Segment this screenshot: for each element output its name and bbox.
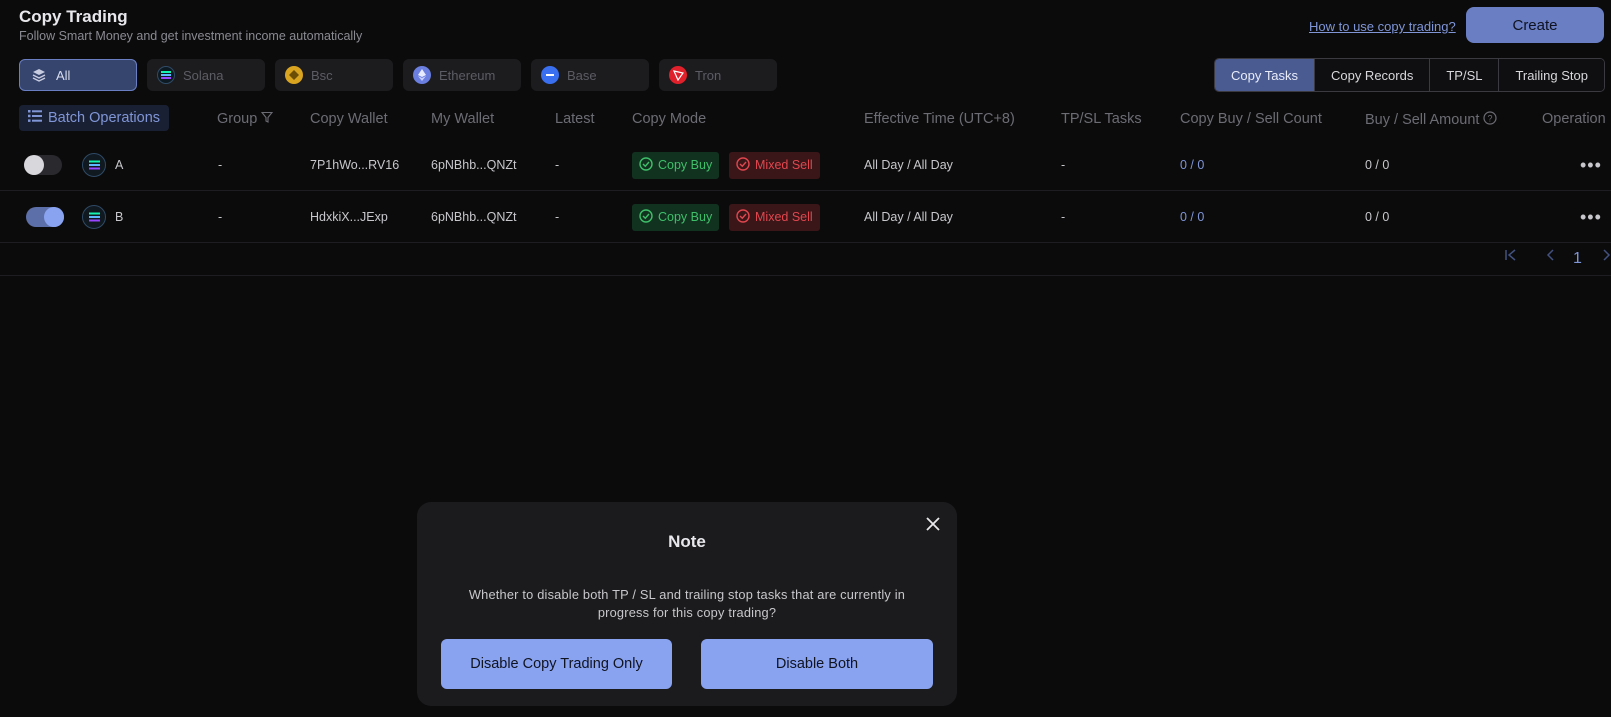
enable-toggle[interactable] (26, 207, 64, 227)
more-options-icon[interactable]: ••• (1580, 155, 1602, 176)
chain-filter-label: Bsc (311, 67, 333, 83)
dialog-title: Note (668, 532, 706, 551)
count-value[interactable]: 0 / 0 (1180, 140, 1204, 190)
page-subtitle: Follow Smart Money and get investment in… (19, 29, 363, 43)
page-title: Copy Trading (19, 7, 128, 26)
column-header-group: Group (217, 111, 274, 127)
filter-icon[interactable] (261, 111, 274, 127)
chain-filter-label: Base (567, 67, 597, 83)
copy-buy-tag: Copy Buy (632, 151, 720, 179)
check-circle-icon (639, 156, 653, 174)
bsc-icon (285, 66, 303, 84)
column-header-copy-wallet: Copy Wallet (310, 111, 388, 127)
solana-icon (82, 205, 106, 229)
list-icon (28, 110, 42, 126)
dialog-message: Whether to disable both TP / SL and trai… (468, 587, 906, 620)
copy-wallet-value[interactable]: HdxkiX...JExp (310, 192, 388, 242)
effective-time-value: All Day / All Day (864, 210, 953, 224)
table-row: A - 7P1hWo...RV16 6pNBhb...QNZt - Copy B… (0, 140, 1611, 191)
column-header-copy-mode: Copy Mode (632, 111, 707, 127)
chain-filter-label: Solana (183, 67, 224, 83)
my-wallet-value[interactable]: 6pNBhb...QNZt (431, 192, 516, 242)
column-header-latest: Latest (555, 111, 595, 127)
help-icon[interactable]: ? (1483, 111, 1498, 129)
copy-buy-tag: Copy Buy (632, 203, 720, 231)
tpsl-tasks-value: - (1061, 210, 1066, 224)
svg-text:?: ? (1488, 114, 1493, 124)
check-circle-icon (736, 208, 750, 226)
view-tabs: Copy Tasks Copy Records TP/SL Trailing S… (1214, 58, 1605, 92)
chain-filter-tron[interactable]: Tron (659, 59, 777, 91)
create-button[interactable]: Create (1466, 7, 1604, 43)
solana-icon (82, 153, 106, 177)
chain-filter-base[interactable]: Base (531, 59, 649, 91)
check-circle-icon (736, 156, 750, 174)
column-header-my-wallet: My Wallet (431, 111, 495, 127)
confirm-dialog: Note Whether to disable both TP / SL and… (417, 502, 957, 706)
batch-operations-button[interactable]: Batch Operations (19, 105, 170, 131)
next-page-icon[interactable] (1602, 248, 1611, 266)
pagination-divider (0, 275, 1611, 276)
check-circle-icon (639, 208, 653, 226)
table-row: B - HdxkiX...JExp 6pNBhb...QNZt - Copy B… (0, 192, 1611, 243)
chain-filter-ethereum[interactable]: Ethereum (403, 59, 521, 91)
mixed-sell-tag: Mixed Sell (729, 203, 820, 231)
chain-filter-label: All (56, 67, 71, 83)
tab-copy-records[interactable]: Copy Records (1313, 59, 1430, 91)
task-name: A (115, 158, 124, 172)
column-header-tpsl-tasks: TP/SL Tasks (1061, 111, 1142, 127)
tron-icon (669, 66, 687, 84)
chain-filter-all[interactable]: All (19, 59, 137, 91)
column-header-operation: Operation (1542, 111, 1606, 127)
disable-both-button[interactable]: Disable Both (701, 639, 933, 689)
solana-icon (157, 66, 175, 84)
tab-trailing-stop[interactable]: Trailing Stop (1498, 59, 1604, 91)
help-link[interactable]: How to use copy trading? (1309, 19, 1456, 34)
column-header-count: Copy Buy / Sell Count (1180, 111, 1322, 127)
task-name: B (115, 210, 124, 224)
my-wallet-value[interactable]: 6pNBhb...QNZt (431, 140, 516, 190)
enable-toggle[interactable] (24, 155, 62, 175)
column-header-amount: Buy / Sell Amount ? (1365, 111, 1498, 129)
chain-filter-label: Tron (695, 67, 722, 83)
disable-copy-trading-only-button[interactable]: Disable Copy Trading Only (441, 639, 672, 689)
chain-filter-bar: All Solana Bsc Ethereum Base Tron (19, 59, 777, 91)
copy-wallet-value[interactable]: 7P1hWo...RV16 (310, 140, 399, 190)
base-icon (541, 66, 559, 84)
mixed-sell-tag: Mixed Sell (729, 151, 820, 179)
tpsl-tasks-value: - (1061, 158, 1066, 172)
amount-value: 0 / 0 (1365, 210, 1390, 224)
chain-filter-label: Ethereum (439, 67, 496, 83)
group-value: - (218, 210, 223, 224)
chain-filter-bsc[interactable]: Bsc (275, 59, 393, 91)
latest-value: - (555, 158, 560, 172)
column-header-effective-time: Effective Time (UTC+8) (864, 111, 1015, 127)
count-value[interactable]: 0 / 0 (1180, 192, 1204, 242)
latest-value: - (555, 210, 560, 224)
ethereum-icon (413, 66, 431, 84)
tab-copy-tasks[interactable]: Copy Tasks (1215, 59, 1314, 91)
first-page-icon[interactable] (1504, 248, 1518, 266)
tab-tpsl[interactable]: TP/SL (1429, 59, 1499, 91)
chain-filter-solana[interactable]: Solana (147, 59, 265, 91)
layers-icon (30, 66, 48, 84)
more-options-icon[interactable]: ••• (1580, 207, 1602, 228)
amount-value: 0 / 0 (1365, 158, 1390, 172)
batch-operations-label: Batch Operations (48, 110, 161, 126)
group-value: - (218, 158, 223, 172)
prev-page-icon[interactable] (1545, 248, 1555, 266)
effective-time-value: All Day / All Day (864, 158, 953, 172)
current-page[interactable]: 1 (1573, 250, 1582, 268)
